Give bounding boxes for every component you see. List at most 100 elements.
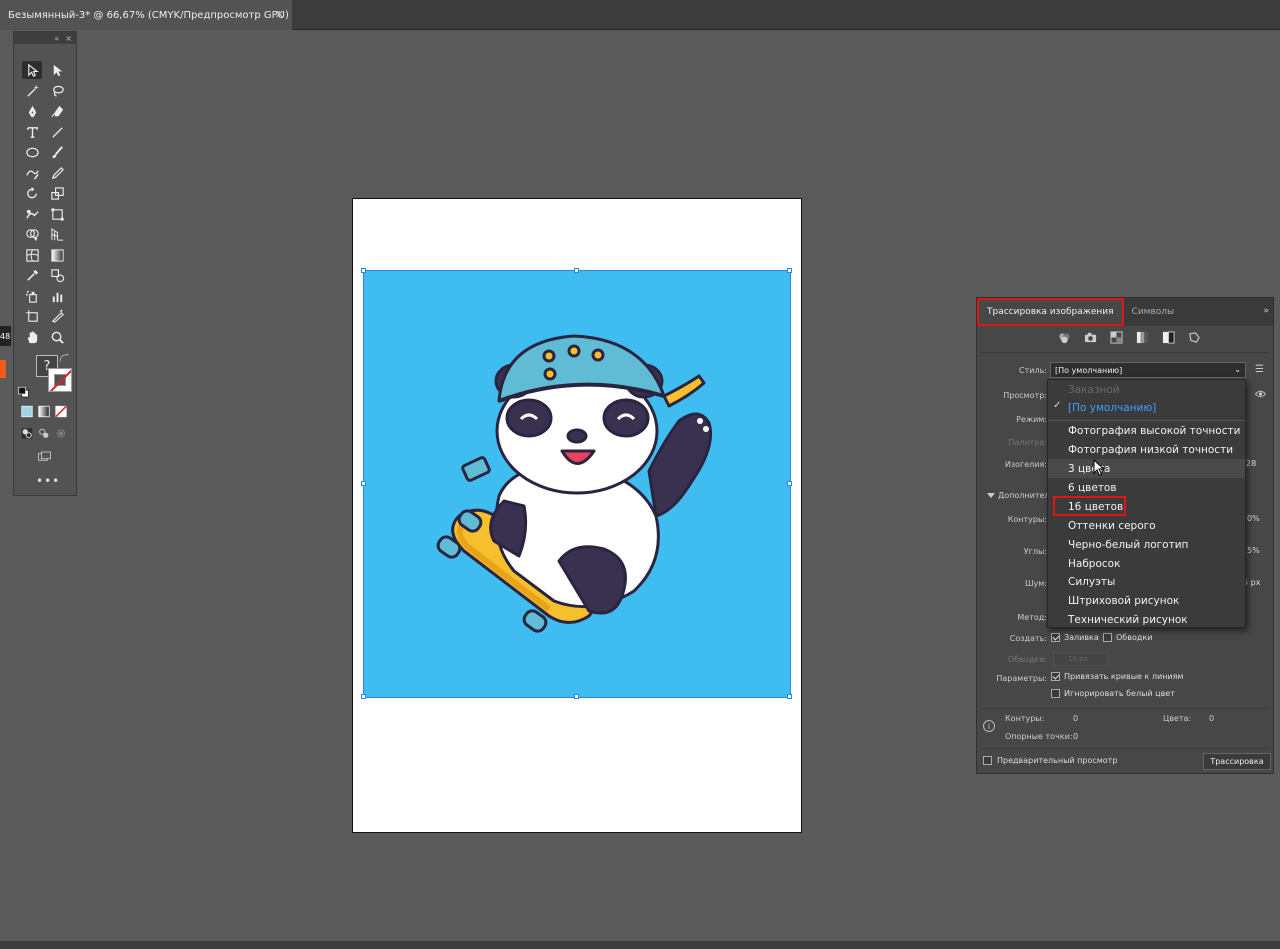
selection-handle[interactable] [361, 481, 366, 486]
close-icon[interactable]: × [65, 34, 72, 43]
tab-image-trace[interactable]: Трассировка изображения [977, 298, 1124, 326]
ignore-white-checkbox[interactable]: Игнорировать белый цвет [1051, 689, 1175, 698]
placed-image[interactable] [363, 270, 791, 698]
dropdown-item[interactable]: 3 цвета [1048, 459, 1245, 478]
free-transform-tool-icon[interactable] [47, 205, 67, 223]
shaper-tool-icon[interactable] [22, 164, 42, 182]
preset-list-icon[interactable]: ☰ [1255, 364, 1264, 375]
corners-value[interactable]: 5% [1247, 546, 1260, 555]
preset-buttons [1057, 331, 1202, 344]
checkbox-unchecked[interactable] [1103, 633, 1112, 642]
selection-handle[interactable] [787, 694, 792, 699]
dropdown-item[interactable]: Технический рисунок [1048, 610, 1245, 629]
high-color-icon[interactable] [1083, 331, 1098, 344]
zoom-tool-icon[interactable] [47, 328, 67, 346]
symbol-sprayer-tool-icon[interactable] [22, 287, 42, 305]
color-mode-icon[interactable] [20, 404, 34, 418]
create-fill-checkbox[interactable]: Заливка [1051, 633, 1099, 642]
pencil-tool-icon[interactable] [47, 164, 67, 182]
gradient-mode-icon[interactable] [37, 404, 51, 418]
dropdown-item[interactable]: ✓ [По умолчанию] [1048, 398, 1245, 417]
selection-handle[interactable] [574, 268, 579, 273]
preview-checkbox[interactable]: Предварительный просмотр [983, 756, 1117, 765]
style-select[interactable]: [По умолчанию] ⌄ [1050, 362, 1246, 378]
draw-normal-icon[interactable] [20, 426, 34, 440]
trace-button[interactable]: Трассировка [1203, 753, 1271, 770]
collapse-icon[interactable]: « [54, 34, 59, 43]
type-tool-icon[interactable] [22, 123, 42, 141]
dropdown-item[interactable]: Оттенки серого [1048, 516, 1245, 535]
selection-handle[interactable] [361, 694, 366, 699]
magic-wand-tool-icon[interactable] [22, 82, 42, 100]
checkbox-checked[interactable] [1051, 633, 1060, 642]
draw-behind-icon[interactable] [37, 426, 51, 440]
isolines-value[interactable]: 28 [1246, 459, 1256, 468]
separator [981, 352, 1269, 353]
dropdown-item[interactable]: 6 цветов [1048, 478, 1245, 497]
checkbox-checked[interactable] [1051, 672, 1060, 681]
params-label: Параметры: [996, 674, 1047, 683]
blend-tool-icon[interactable] [47, 266, 67, 284]
rotate-tool-icon[interactable] [22, 184, 42, 202]
lasso-tool-icon[interactable] [47, 82, 67, 100]
stroke-swatch[interactable] [48, 368, 72, 392]
none-mode-icon[interactable] [54, 404, 68, 418]
selection-handle[interactable] [787, 268, 792, 273]
grayscale-icon[interactable] [1135, 331, 1150, 344]
tab-symbols[interactable]: Символы [1124, 298, 1183, 326]
more-tools-icon[interactable]: ••• [36, 474, 60, 488]
contours-value[interactable]: 0% [1247, 514, 1260, 523]
mouse-cursor-icon [1093, 458, 1105, 481]
eye-icon[interactable] [1254, 390, 1267, 400]
column-graph-tool-icon[interactable] [47, 287, 67, 305]
black-white-icon[interactable] [1161, 331, 1176, 344]
pen-tool-icon[interactable] [22, 102, 42, 120]
paintbrush-tool-icon[interactable] [47, 143, 67, 161]
selection-handle[interactable] [361, 268, 366, 273]
line-tool-icon[interactable] [47, 123, 67, 141]
outline-icon[interactable] [1187, 331, 1202, 344]
direct-selection-tool-icon[interactable] [47, 61, 67, 79]
shape-builder-tool-icon[interactable] [22, 225, 42, 243]
collapse-panel-icon[interactable]: » [1263, 306, 1269, 316]
dropdown-item[interactable]: Набросок [1048, 554, 1245, 573]
warp-tool-icon[interactable] [22, 205, 42, 223]
artboard-tool-icon[interactable] [22, 307, 42, 325]
gradient-tool-icon[interactable] [47, 246, 67, 264]
ellipse-tool-icon[interactable] [22, 143, 42, 161]
selection-tool-icon[interactable] [22, 61, 42, 79]
dropdown-item[interactable]: Фотография высокой точности [1048, 421, 1245, 440]
low-color-icon[interactable] [1109, 331, 1124, 344]
dropdown-item[interactable]: Силуэты [1048, 572, 1245, 591]
snap-curves-checkbox[interactable]: Привязать кривые к линиям [1051, 672, 1183, 681]
perspective-grid-tool-icon[interactable] [47, 225, 67, 243]
dropdown-item[interactable]: Фотография низкой точности [1048, 440, 1245, 459]
advanced-section-toggle[interactable]: Дополнитель [987, 491, 1054, 500]
default-colors-icon[interactable] [18, 386, 30, 398]
document-tab[interactable]: Безымянный-3* @ 66,67% (CMYK/Предпросмот… [0, 0, 292, 30]
hand-tool-icon[interactable] [22, 328, 42, 346]
dropdown-item[interactable]: Черно-белый логотип [1048, 535, 1245, 554]
swap-colors-icon[interactable] [58, 352, 70, 364]
document-tab-bar: Безымянный-3* @ 66,67% (CMYK/Предпросмот… [0, 0, 1280, 30]
create-strokes-checkbox[interactable]: Обводки [1103, 633, 1152, 642]
style-select-value: [По умолчанию] [1055, 365, 1123, 375]
create-label: Создать: [1009, 634, 1047, 643]
selection-handle[interactable] [574, 694, 579, 699]
eyedropper-tool-icon[interactable] [22, 266, 42, 284]
stroke-width-stepper[interactable]: 10 px [1053, 652, 1108, 666]
screen-mode-icon[interactable] [34, 448, 54, 464]
mesh-tool-icon[interactable] [22, 246, 42, 264]
slice-tool-icon[interactable] [47, 307, 67, 325]
scale-tool-icon[interactable] [47, 184, 67, 202]
dropdown-item[interactable]: Штриховой рисунок [1048, 591, 1245, 610]
curvature-tool-icon[interactable] [47, 102, 67, 120]
close-icon[interactable]: ✕ [275, 8, 284, 21]
dropdown-item-label: Набросок [1068, 557, 1121, 570]
checkbox-unchecked[interactable] [1051, 689, 1060, 698]
strokes-width-label: Обводки: [1007, 655, 1047, 664]
auto-color-icon[interactable] [1057, 331, 1072, 344]
selection-handle[interactable] [787, 481, 792, 486]
draw-inside-icon[interactable] [54, 426, 68, 440]
checkbox-unchecked[interactable] [983, 756, 992, 765]
